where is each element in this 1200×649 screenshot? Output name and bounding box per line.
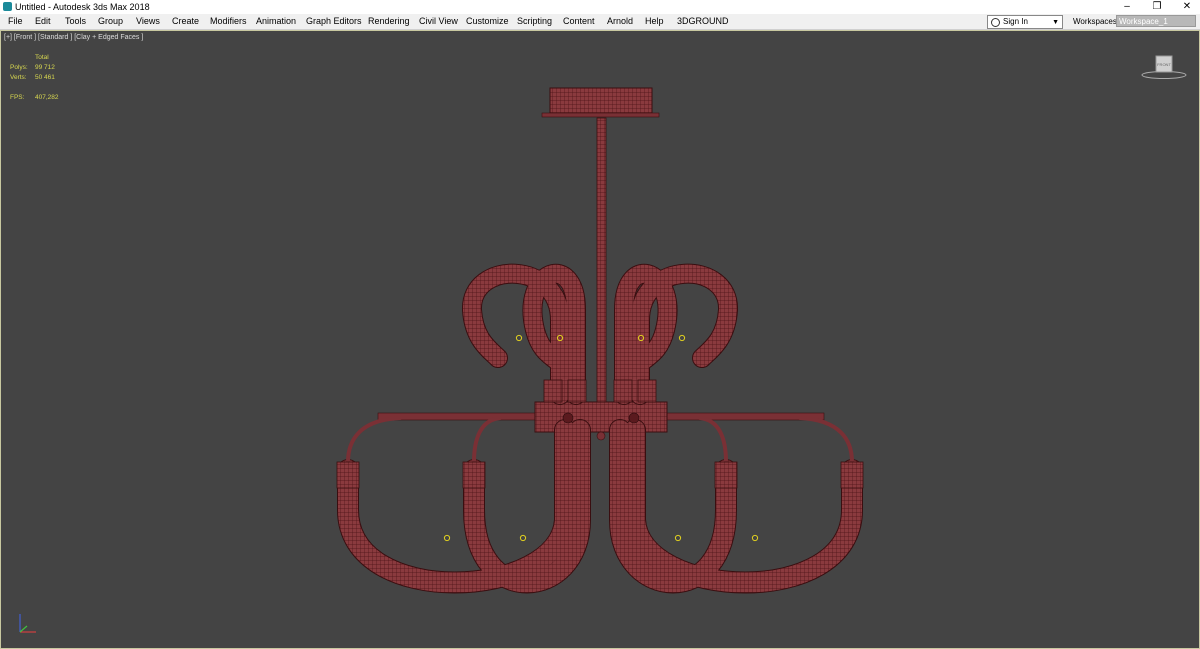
axis-tripod-icon (19, 614, 36, 633)
chandelier-mesh (336, 87, 864, 594)
chandelier-model[interactable] (0, 0, 1200, 649)
